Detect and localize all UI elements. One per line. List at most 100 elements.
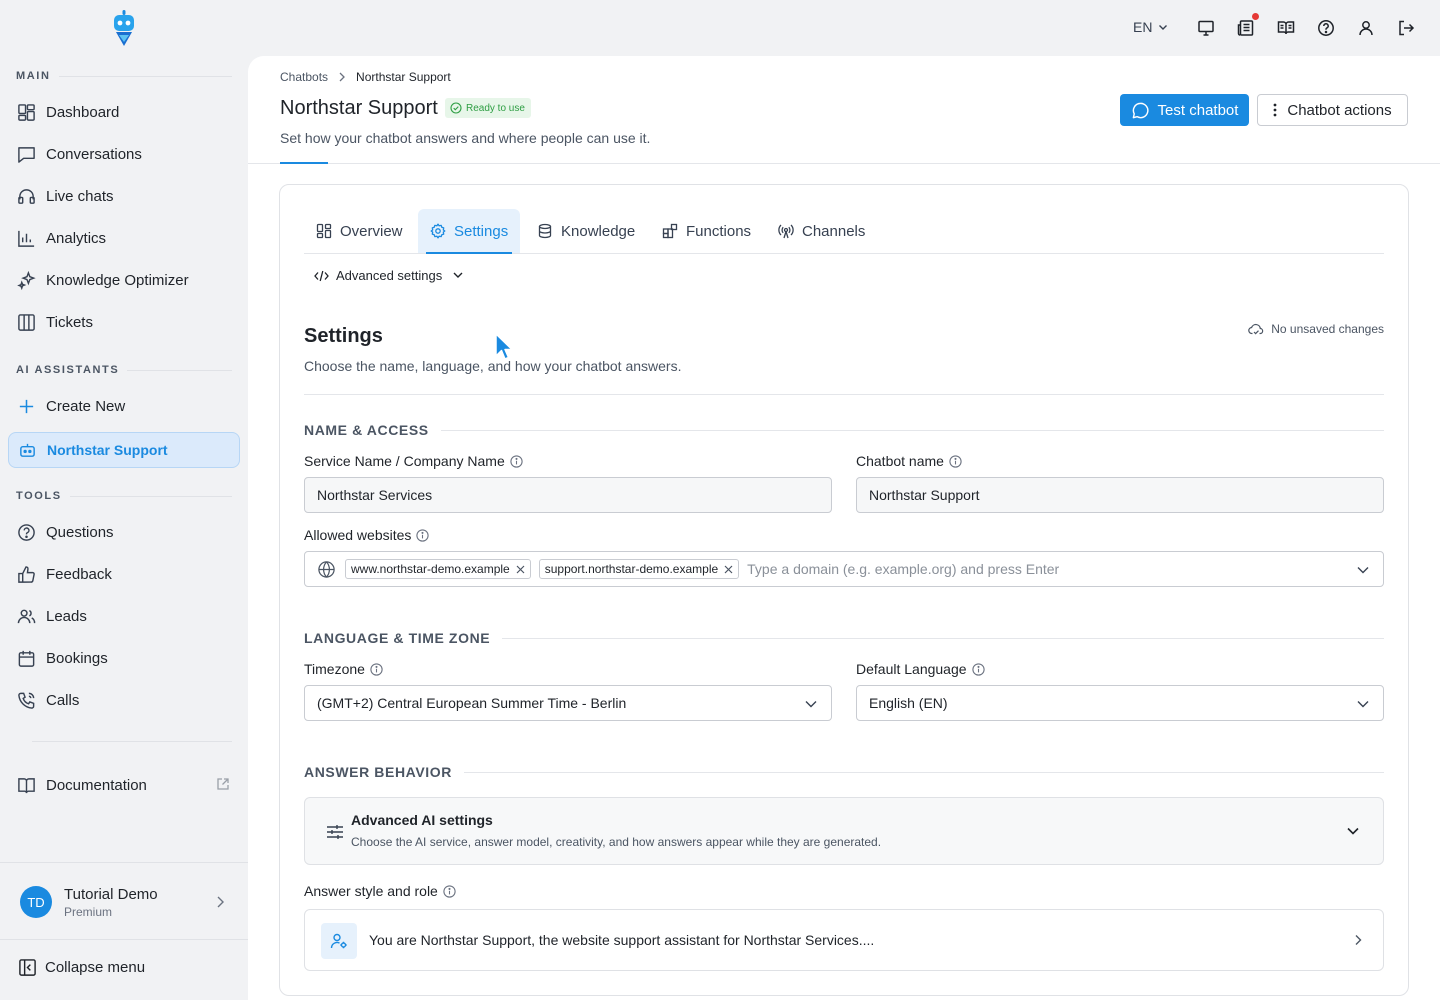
notification-dot [1252, 13, 1259, 20]
headset-icon [18, 188, 35, 204]
sidebar-item-dashboard[interactable]: Dashboard [8, 94, 240, 130]
tab-bar: Overview Settings Knowledge Functions Ch… [304, 209, 1384, 254]
globe-icon [318, 560, 335, 578]
remove-chip-icon[interactable] [516, 565, 525, 574]
info-icon[interactable] [971, 662, 985, 676]
user-name: Tutorial Demo [64, 886, 158, 903]
news-icon[interactable] [1237, 19, 1255, 37]
sidebar-item-live-chats[interactable]: Live chats [8, 178, 240, 214]
breadcrumb-chatbots[interactable]: Chatbots [280, 70, 328, 84]
info-icon[interactable] [416, 528, 430, 542]
sidebar-item-analytics[interactable]: Analytics [8, 220, 240, 256]
external-link-icon [217, 778, 229, 790]
group-name-access: NAME & ACCESS [304, 421, 1384, 439]
blocks-icon [662, 223, 678, 239]
sidebar-item-tickets[interactable]: Tickets [8, 304, 240, 340]
sidebar-item-conversations[interactable]: Conversations [8, 136, 240, 172]
timezone-value: (GMT+2) Central European Summer Time - B… [317, 695, 627, 711]
tab-label: Channels [802, 222, 866, 240]
grid-icon [316, 223, 332, 239]
sidebar-item-feedback[interactable]: Feedback [8, 556, 240, 592]
chevron-right-icon [339, 72, 345, 82]
code-icon [314, 270, 329, 281]
user-icon[interactable] [1357, 19, 1375, 37]
sidebar-item-documentation[interactable]: Documentation [8, 767, 240, 803]
default-language-label: Default Language [856, 661, 985, 677]
sidebar-item-label: Knowledge Optimizer [46, 271, 189, 289]
tab-channels[interactable]: Channels [766, 209, 877, 253]
info-icon[interactable] [510, 454, 523, 468]
website-chip: www.northstar-demo.example [345, 559, 531, 579]
sidebar-item-questions[interactable]: Questions [8, 514, 240, 550]
info-icon[interactable] [370, 662, 383, 676]
timezone-select[interactable]: (GMT+2) Central European Summer Time - B… [304, 685, 832, 721]
advanced-ai-title: Advanced AI settings [351, 812, 493, 828]
app-logo-icon[interactable] [110, 10, 138, 48]
breadcrumb-current: Northstar Support [356, 70, 451, 84]
sidebar-item-calls[interactable]: Calls [8, 682, 240, 718]
sidebar-collapse-icon [19, 959, 36, 976]
tab-overview[interactable]: Overview [304, 209, 415, 253]
save-status: No unsaved changes [1248, 322, 1384, 336]
book-open-icon[interactable] [1277, 19, 1295, 37]
chevron-right-icon [1355, 935, 1362, 945]
sparkle-icon [17, 270, 36, 290]
domain-input[interactable] [747, 561, 1383, 577]
answer-style-card[interactable]: You are Northstar Support, the website s… [304, 909, 1384, 971]
tab-label: Knowledge [561, 222, 636, 240]
chatbot-actions-button[interactable]: Chatbot actions [1257, 94, 1408, 126]
database-icon [538, 223, 552, 239]
chatbot-name-input[interactable] [856, 477, 1384, 513]
service-name-input[interactable] [304, 477, 832, 513]
default-language-select[interactable]: English (EN) [856, 685, 1384, 721]
settings-title: Settings [304, 325, 383, 347]
columns-icon [18, 313, 35, 331]
remove-chip-icon[interactable] [724, 565, 733, 574]
language-selector[interactable]: EN [1133, 19, 1168, 35]
page-subtitle: Set how your chatbot answers and where p… [280, 130, 651, 146]
sidebar-item-northstar-support[interactable]: Northstar Support [8, 432, 240, 468]
allowed-websites-label: Allowed websites [304, 527, 430, 543]
sidebar-item-create-new[interactable]: Create New [8, 388, 240, 424]
sidebar-item-bookings[interactable]: Bookings [8, 640, 240, 676]
sidebar-item-label: Documentation [46, 776, 147, 794]
tab-functions[interactable]: Functions [650, 209, 763, 253]
monitor-icon[interactable] [1197, 19, 1215, 37]
tab-label: Settings [454, 222, 509, 240]
allowed-websites-field[interactable]: www.northstar-demo.example support.north… [304, 551, 1384, 587]
tab-settings[interactable]: Settings [418, 209, 521, 254]
tab-label: Functions [686, 222, 752, 240]
thumbs-up-icon [18, 565, 35, 583]
sidebar-item-label: Leads [46, 607, 87, 625]
collapse-menu-button[interactable]: Collapse menu [18, 958, 145, 977]
advanced-settings-toggle[interactable]: Advanced settings [314, 268, 463, 283]
test-chatbot-button[interactable]: Test chatbot [1120, 94, 1249, 126]
check-circle-icon [450, 102, 462, 114]
website-chip-label: support.northstar-demo.example [544, 562, 719, 576]
user-profile[interactable]: TD Tutorial Demo Premium [0, 862, 248, 940]
sidebar-item-label: Analytics [46, 229, 107, 247]
section-divider [304, 394, 1384, 395]
answer-style-label: Answer style and role [304, 883, 456, 899]
sidebar-item-leads[interactable]: Leads [8, 598, 240, 634]
sidebar-item-label: Bookings [46, 649, 108, 667]
section-ai-assistants: AI ASSISTANTS [16, 362, 232, 378]
sidebar-item-knowledge-optimizer[interactable]: Knowledge Optimizer [8, 262, 240, 298]
logout-icon[interactable] [1397, 19, 1415, 37]
info-icon[interactable] [949, 454, 962, 468]
chevron-down-icon [1347, 827, 1359, 835]
info-icon[interactable] [443, 884, 456, 898]
help-icon[interactable] [1317, 19, 1335, 37]
sidebar-item-label: Conversations [46, 145, 142, 163]
chatbot-name-label: Chatbot name [856, 453, 962, 469]
tab-label: Overview [340, 222, 403, 240]
chevron-right-icon [217, 896, 224, 908]
sidebar-item-label: Live chats [46, 187, 114, 205]
advanced-ai-settings-panel[interactable]: Advanced AI settings Choose the AI servi… [304, 797, 1384, 865]
chatbot-actions-label: Chatbot actions [1287, 101, 1392, 119]
tab-knowledge[interactable]: Knowledge [525, 209, 647, 253]
chevron-down-icon[interactable] [1357, 566, 1369, 574]
role-icon-box [321, 923, 357, 959]
language-label: EN [1133, 19, 1153, 35]
sidebar-item-label: Northstar Support [47, 442, 168, 458]
